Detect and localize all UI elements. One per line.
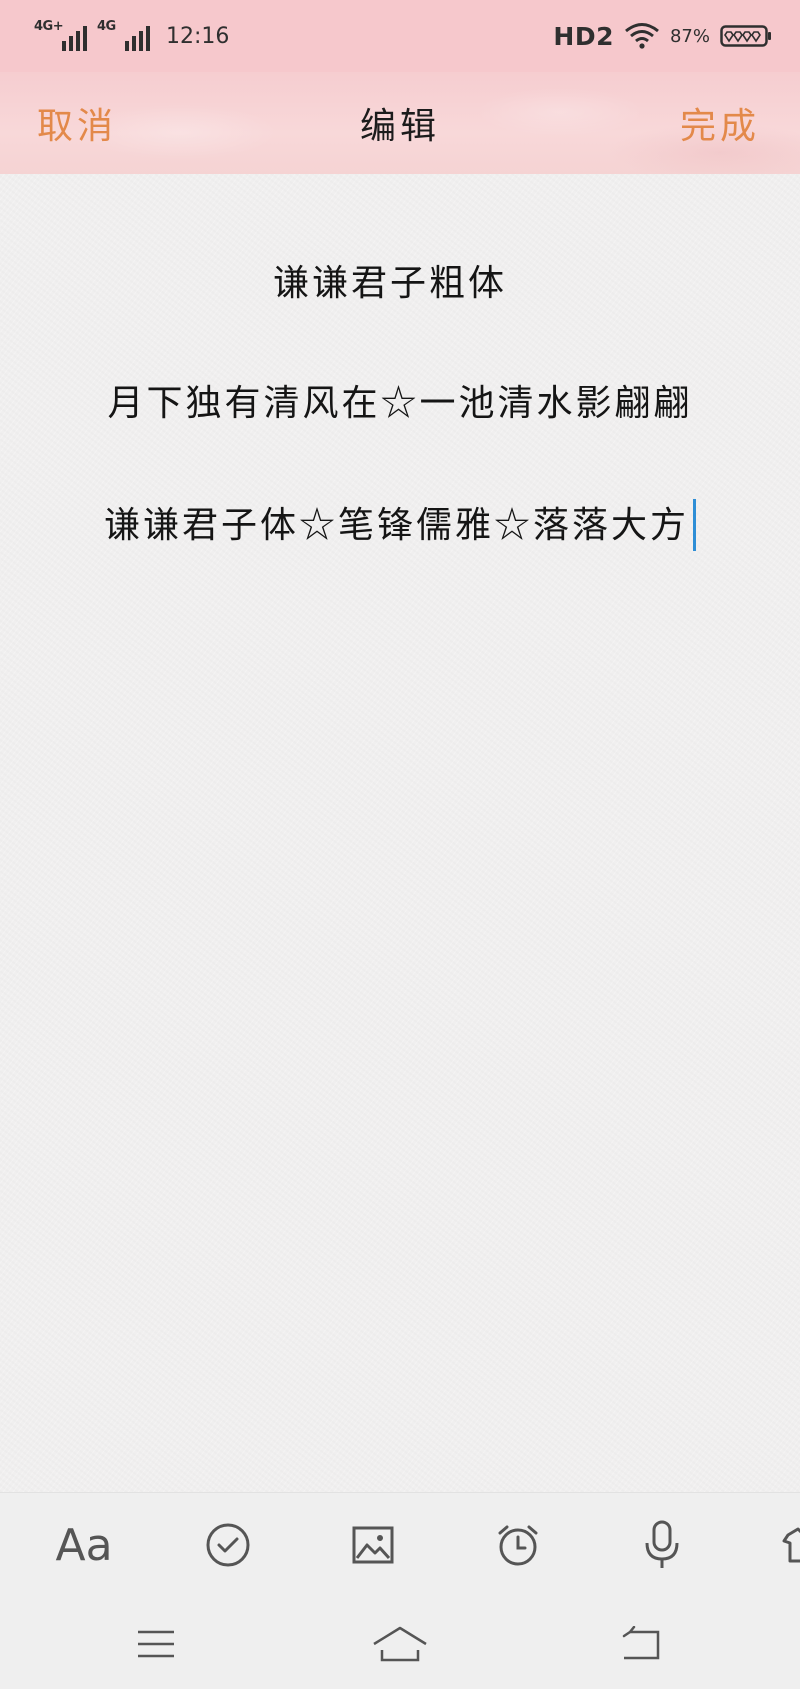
note-line: 月下独有清风在☆一池清水影翩翩 <box>107 383 693 424</box>
editor-toolbar: Aa <box>0 1492 800 1598</box>
status-right: HD2 87% <box>553 22 772 51</box>
text-format-button[interactable]: Aa <box>52 1513 116 1577</box>
wifi-icon <box>624 22 660 50</box>
note-text-area[interactable]: 谦谦君子粗体 月下独有清风在☆一池清水影翩翩 谦谦君子体☆笔锋儒雅☆落落大方 <box>0 174 800 1492</box>
signal-icon: 4G <box>97 19 150 51</box>
more-icon[interactable] <box>770 1513 800 1577</box>
note-line-with-caret: 谦谦君子体☆笔锋儒雅☆落落大方 <box>0 496 800 554</box>
status-time: 12:16 <box>166 23 230 49</box>
battery-percent: 87% <box>669 25 710 47</box>
done-button[interactable]: 完成 <box>680 97 760 149</box>
note-editor-screen: 4G+ 4G 12:16 HD2 87% 取消 编辑 完成 谦谦君子粗体 月下独… <box>0 0 800 1689</box>
image-icon[interactable] <box>341 1513 405 1577</box>
microphone-icon[interactable] <box>630 1513 694 1577</box>
battery-icon <box>720 24 772 48</box>
alarm-icon[interactable] <box>486 1513 550 1577</box>
text-caret <box>693 499 696 551</box>
menu-icon[interactable] <box>126 1620 186 1668</box>
cancel-button[interactable]: 取消 <box>37 97 117 149</box>
home-icon[interactable] <box>370 1620 430 1668</box>
note-line: 谦谦君子体☆笔锋儒雅☆落落大方 <box>103 505 689 546</box>
hd-indicator: HD2 <box>553 21 614 51</box>
signal-network-label: 4G+ <box>34 19 64 34</box>
status-left: 4G+ 4G 12:16 <box>34 19 230 51</box>
editor-header: 取消 编辑 完成 <box>0 72 800 174</box>
note-line: 谦谦君子粗体 <box>272 263 507 304</box>
back-icon[interactable] <box>612 1620 672 1668</box>
checklist-icon[interactable] <box>196 1513 260 1577</box>
system-nav-bar <box>0 1598 800 1689</box>
status-bar: 4G+ 4G 12:16 HD2 87% <box>0 0 800 72</box>
signal-network-label: 4G <box>97 19 116 34</box>
signal-icon: 4G+ <box>34 19 87 51</box>
